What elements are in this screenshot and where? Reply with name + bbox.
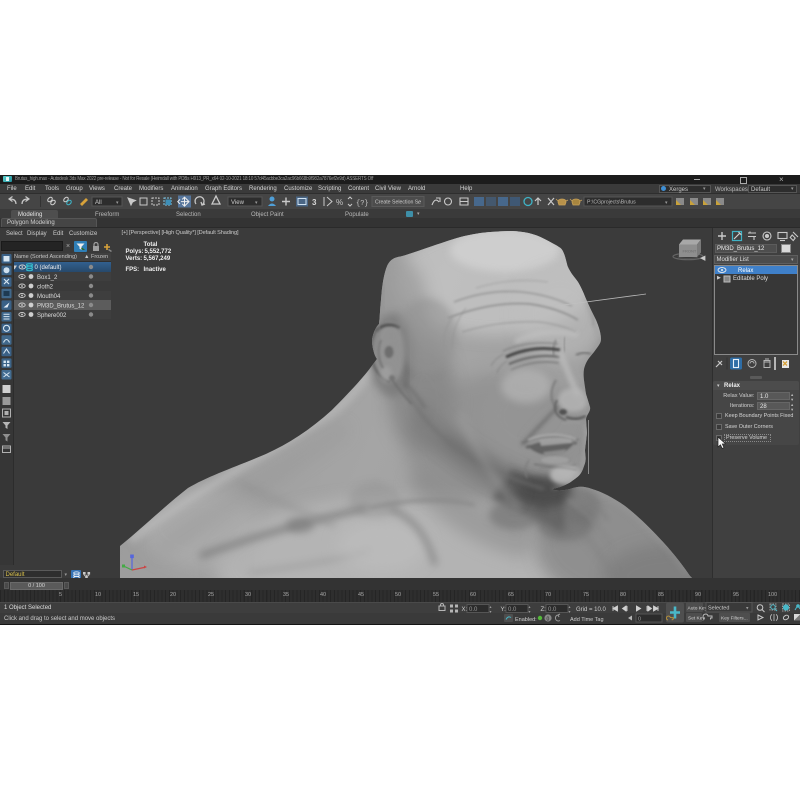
svg-text:View: View bbox=[231, 200, 245, 206]
svg-text:P:\CGprojects\Brutus: P:\CGprojects\Brutus bbox=[587, 200, 636, 206]
svg-text:cloth2: cloth2 bbox=[37, 285, 54, 291]
svg-text:Box1_2: Box1_2 bbox=[37, 275, 58, 281]
svg-text:Enabled:: Enabled: bbox=[515, 617, 537, 623]
svg-text:Key Filters...: Key Filters... bbox=[721, 615, 748, 621]
svg-text:All: All bbox=[95, 200, 102, 206]
svg-text:Create Selection Se: Create Selection Se bbox=[375, 200, 421, 206]
svg-text:3: 3 bbox=[312, 198, 317, 207]
svg-text:%: % bbox=[336, 198, 343, 207]
svg-text:0: 0 bbox=[638, 617, 641, 623]
svg-text:{?}: {?} bbox=[356, 200, 369, 208]
svg-text:▾: ▾ bbox=[490, 609, 492, 614]
svg-text:0.0: 0.0 bbox=[469, 607, 478, 613]
svg-text:Selected: Selected bbox=[708, 606, 729, 612]
svg-text:Mouth04: Mouth04 bbox=[37, 294, 61, 300]
svg-text:Auto Key: Auto Key bbox=[688, 605, 708, 611]
svg-text:0 (default): 0 (default) bbox=[35, 265, 62, 271]
svg-text:Add Time Tag: Add Time Tag bbox=[570, 617, 604, 623]
svg-text:FRONT: FRONT bbox=[682, 249, 696, 254]
svg-text:PM3D_Brutus_12: PM3D_Brutus_12 bbox=[37, 304, 85, 310]
svg-text:Sphere002: Sphere002 bbox=[37, 313, 67, 319]
svg-text:0: 0 bbox=[547, 616, 550, 622]
